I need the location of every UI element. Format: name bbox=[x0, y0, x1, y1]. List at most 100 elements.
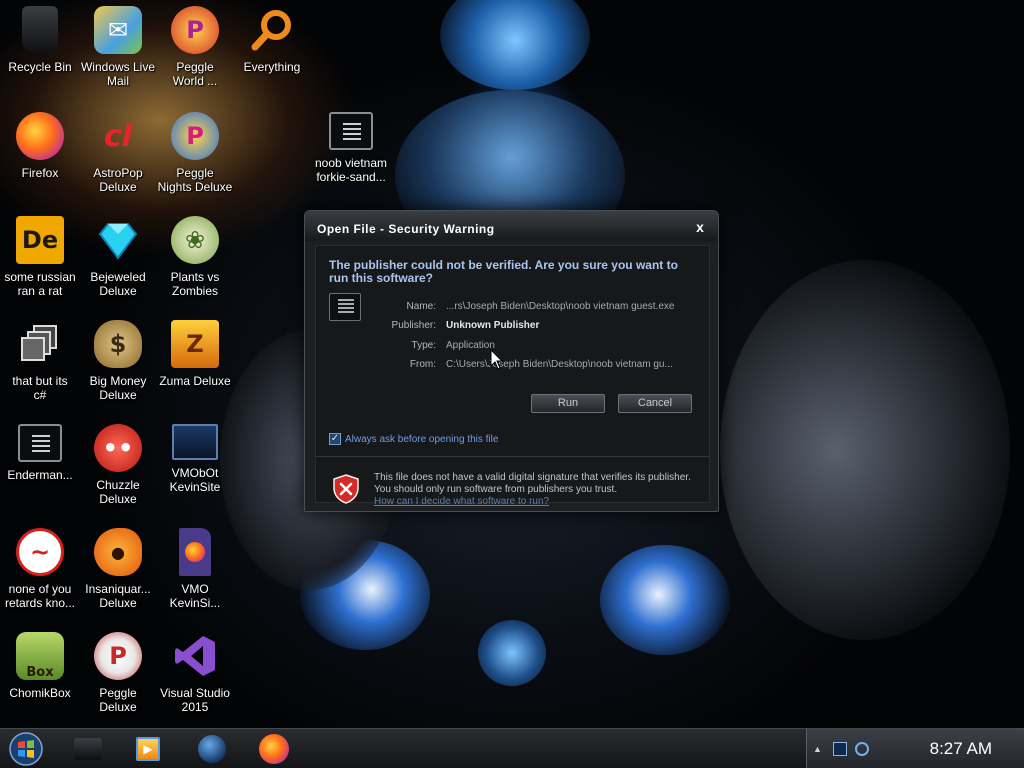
taskbar-clock[interactable]: 8:27 AM bbox=[930, 739, 992, 759]
red-dragon-icon: ~ bbox=[16, 528, 64, 576]
taskbar-explorer[interactable] bbox=[66, 732, 110, 766]
executable-file-icon bbox=[18, 424, 62, 462]
desktop-icon-label: Big Money Deluxe bbox=[89, 374, 147, 402]
wallpaper-right-arm bbox=[720, 260, 1010, 640]
show-hidden-icons-arrow[interactable]: ▲ bbox=[813, 742, 827, 756]
desktop-icon-chomikbox[interactable]: Box ChomikBox bbox=[0, 632, 80, 728]
bejeweled-icon bbox=[94, 216, 142, 264]
warning-message: This file does not have a valid digital … bbox=[374, 472, 694, 508]
desktop-icon-visual-studio[interactable]: Visual Studio 2015 bbox=[155, 632, 235, 728]
windows-live-mail-icon: ✉ bbox=[94, 6, 142, 54]
firefox-file-icon bbox=[179, 528, 211, 576]
desktop-icon-vmobot-kevinsite[interactable]: VMObOt KevinSite bbox=[155, 424, 235, 520]
run-button[interactable]: Run bbox=[531, 394, 605, 413]
desktop-icon-vmo-kevinsite[interactable]: VMO KevinSi... bbox=[155, 528, 235, 624]
field-value: Application bbox=[446, 340, 495, 351]
taskbar-globe[interactable] bbox=[190, 732, 234, 766]
desktop-icon-peggle-nights[interactable]: P Peggle Nights Deluxe bbox=[155, 112, 235, 208]
desktop-icon-big-money[interactable]: $ Big Money Deluxe bbox=[78, 320, 158, 416]
peggle-world-icon: P bbox=[171, 6, 219, 54]
vm-monitor-icon bbox=[172, 424, 218, 460]
desktop-icon-everything[interactable]: Everything bbox=[232, 6, 312, 102]
desktop-icon-label: VMO KevinSi... bbox=[169, 582, 221, 610]
field-label: Publisher: bbox=[391, 320, 436, 331]
desktop-icon-astropop[interactable]: cl AstroPop Deluxe bbox=[78, 112, 158, 208]
desktop-icon-windows-live-mail[interactable]: ✉ Windows Live Mail bbox=[78, 6, 158, 102]
peggle-icon: P bbox=[94, 632, 142, 680]
close-icon[interactable]: x bbox=[692, 219, 708, 235]
taskbar-firefox[interactable] bbox=[252, 732, 296, 766]
desktop-icon-plants-vs-zombies[interactable]: ❀ Plants vs Zombies bbox=[155, 216, 235, 312]
desktop-icon-label: Firefox bbox=[21, 166, 59, 180]
desktop-icon-peggle-world[interactable]: P Peggle World ... bbox=[155, 6, 235, 102]
field-label: Name: bbox=[406, 301, 436, 312]
desktop-icon-insaniquarium[interactable]: ● Insaniquar... Deluxe bbox=[78, 528, 158, 624]
desktop-icon-label: Enderman... bbox=[7, 468, 73, 482]
taskbar-media-player[interactable]: ▶ bbox=[126, 732, 170, 766]
peggle-nights-icon: P bbox=[171, 112, 219, 160]
desktop-icon-noob-vietnam-forkie[interactable]: noob vietnam forkie-sand... bbox=[311, 112, 391, 208]
executable-file-icon bbox=[329, 112, 373, 150]
system-tray: ▲ 8:27 AM bbox=[806, 729, 1024, 768]
desktop-icon-label: some russian ran a rat bbox=[4, 270, 76, 298]
dialog-divider bbox=[316, 456, 709, 457]
start-button[interactable] bbox=[4, 732, 48, 766]
firefox-icon bbox=[259, 734, 289, 764]
always-ask-row[interactable]: ✓ Always ask before opening this file bbox=[329, 432, 498, 446]
always-ask-label[interactable]: Always ask before opening this file bbox=[345, 434, 498, 445]
desktop-icon-bejeweled[interactable]: Bejeweled Deluxe bbox=[78, 216, 158, 312]
help-link[interactable]: How can I decide what software to run? bbox=[374, 496, 694, 508]
dialog-title: Open File - Security Warning bbox=[317, 222, 495, 236]
desktop-icon-none-of-you[interactable]: ~ none of you retards kno... bbox=[0, 528, 80, 624]
desktop-icon-label: AstroPop Deluxe bbox=[93, 166, 143, 194]
everything-search-icon bbox=[248, 6, 296, 54]
money-bag-icon: $ bbox=[94, 320, 142, 368]
desktop-icon-peggle[interactable]: P Peggle Deluxe bbox=[78, 632, 158, 728]
field-label: Type: bbox=[411, 340, 436, 351]
field-value: Unknown Publisher bbox=[446, 320, 540, 331]
desktop-icon-label: ChomikBox bbox=[9, 686, 71, 700]
field-value: ...rs\Joseph Biden\Desktop\noob vietnam … bbox=[446, 301, 675, 312]
astropop-icon: cl bbox=[103, 118, 133, 154]
visual-studio-icon bbox=[171, 632, 219, 680]
media-player-icon: ▶ bbox=[136, 737, 160, 761]
desktop-icon-label: noob vietnam forkie-sand... bbox=[314, 156, 388, 184]
desktop-icon-recycle-bin[interactable]: Recycle Bin bbox=[0, 6, 80, 102]
desktop-icon-chuzzle[interactable]: •• Chuzzle Deluxe bbox=[78, 424, 158, 520]
desktop-icon-some-russian-ran-a-rat[interactable]: De some russian ran a rat bbox=[0, 216, 80, 312]
network-icon[interactable] bbox=[855, 742, 869, 756]
wallpaper-top-orb bbox=[440, 0, 590, 90]
globe-icon bbox=[198, 735, 226, 763]
recycle-bin-icon bbox=[22, 6, 58, 54]
dialog-body: The publisher could not be verified. Are… bbox=[315, 245, 710, 507]
chuzzle-icon: •• bbox=[94, 424, 142, 472]
desktop-icon-label: Windows Live Mail bbox=[80, 60, 156, 88]
wallpaper-right-orb bbox=[600, 545, 730, 655]
wallpaper-core-emblem bbox=[478, 620, 546, 686]
desktop-icon-label: Recycle Bin bbox=[8, 60, 72, 74]
executable-file-icon bbox=[329, 293, 361, 321]
dialog-question: The publisher could not be verified. Are… bbox=[329, 258, 678, 285]
shield-warning-icon bbox=[333, 474, 359, 504]
desktop-icon-label: Everything bbox=[243, 60, 301, 74]
cancel-button[interactable]: Cancel bbox=[618, 394, 692, 413]
security-warning-dialog: Open File - Security Warning x The publi… bbox=[304, 210, 719, 512]
desktop-icon-label: VMObOt KevinSite bbox=[169, 466, 221, 494]
desktop-icon-enderman[interactable]: Enderman... bbox=[0, 424, 80, 520]
dialog-titlebar[interactable]: Open File - Security Warning x bbox=[305, 211, 718, 241]
goldfish-icon: ● bbox=[94, 528, 142, 576]
desktop-icon-label: Peggle Nights Deluxe bbox=[157, 166, 233, 194]
desktop-icon-zuma[interactable]: Z Zuma Deluxe bbox=[155, 320, 235, 416]
de-app-icon: De bbox=[16, 216, 64, 264]
display-icon[interactable] bbox=[833, 742, 847, 756]
desktop-icon-label: Visual Studio 2015 bbox=[160, 686, 230, 714]
always-ask-checkbox[interactable]: ✓ bbox=[329, 433, 341, 445]
desktop-icon-label: Peggle Deluxe bbox=[99, 686, 137, 714]
windows-logo-icon bbox=[9, 732, 43, 766]
desktop-icon-firefox[interactable]: Firefox bbox=[0, 112, 80, 208]
firefox-icon bbox=[16, 112, 64, 160]
desktop-icon-that-but-its-csharp[interactable]: that but its c# bbox=[0, 320, 80, 416]
desktop-icon-label: Insaniquar... Deluxe bbox=[85, 582, 151, 610]
desktop-icon-label: none of you retards kno... bbox=[4, 582, 76, 610]
chomikbox-icon: Box bbox=[16, 632, 64, 680]
